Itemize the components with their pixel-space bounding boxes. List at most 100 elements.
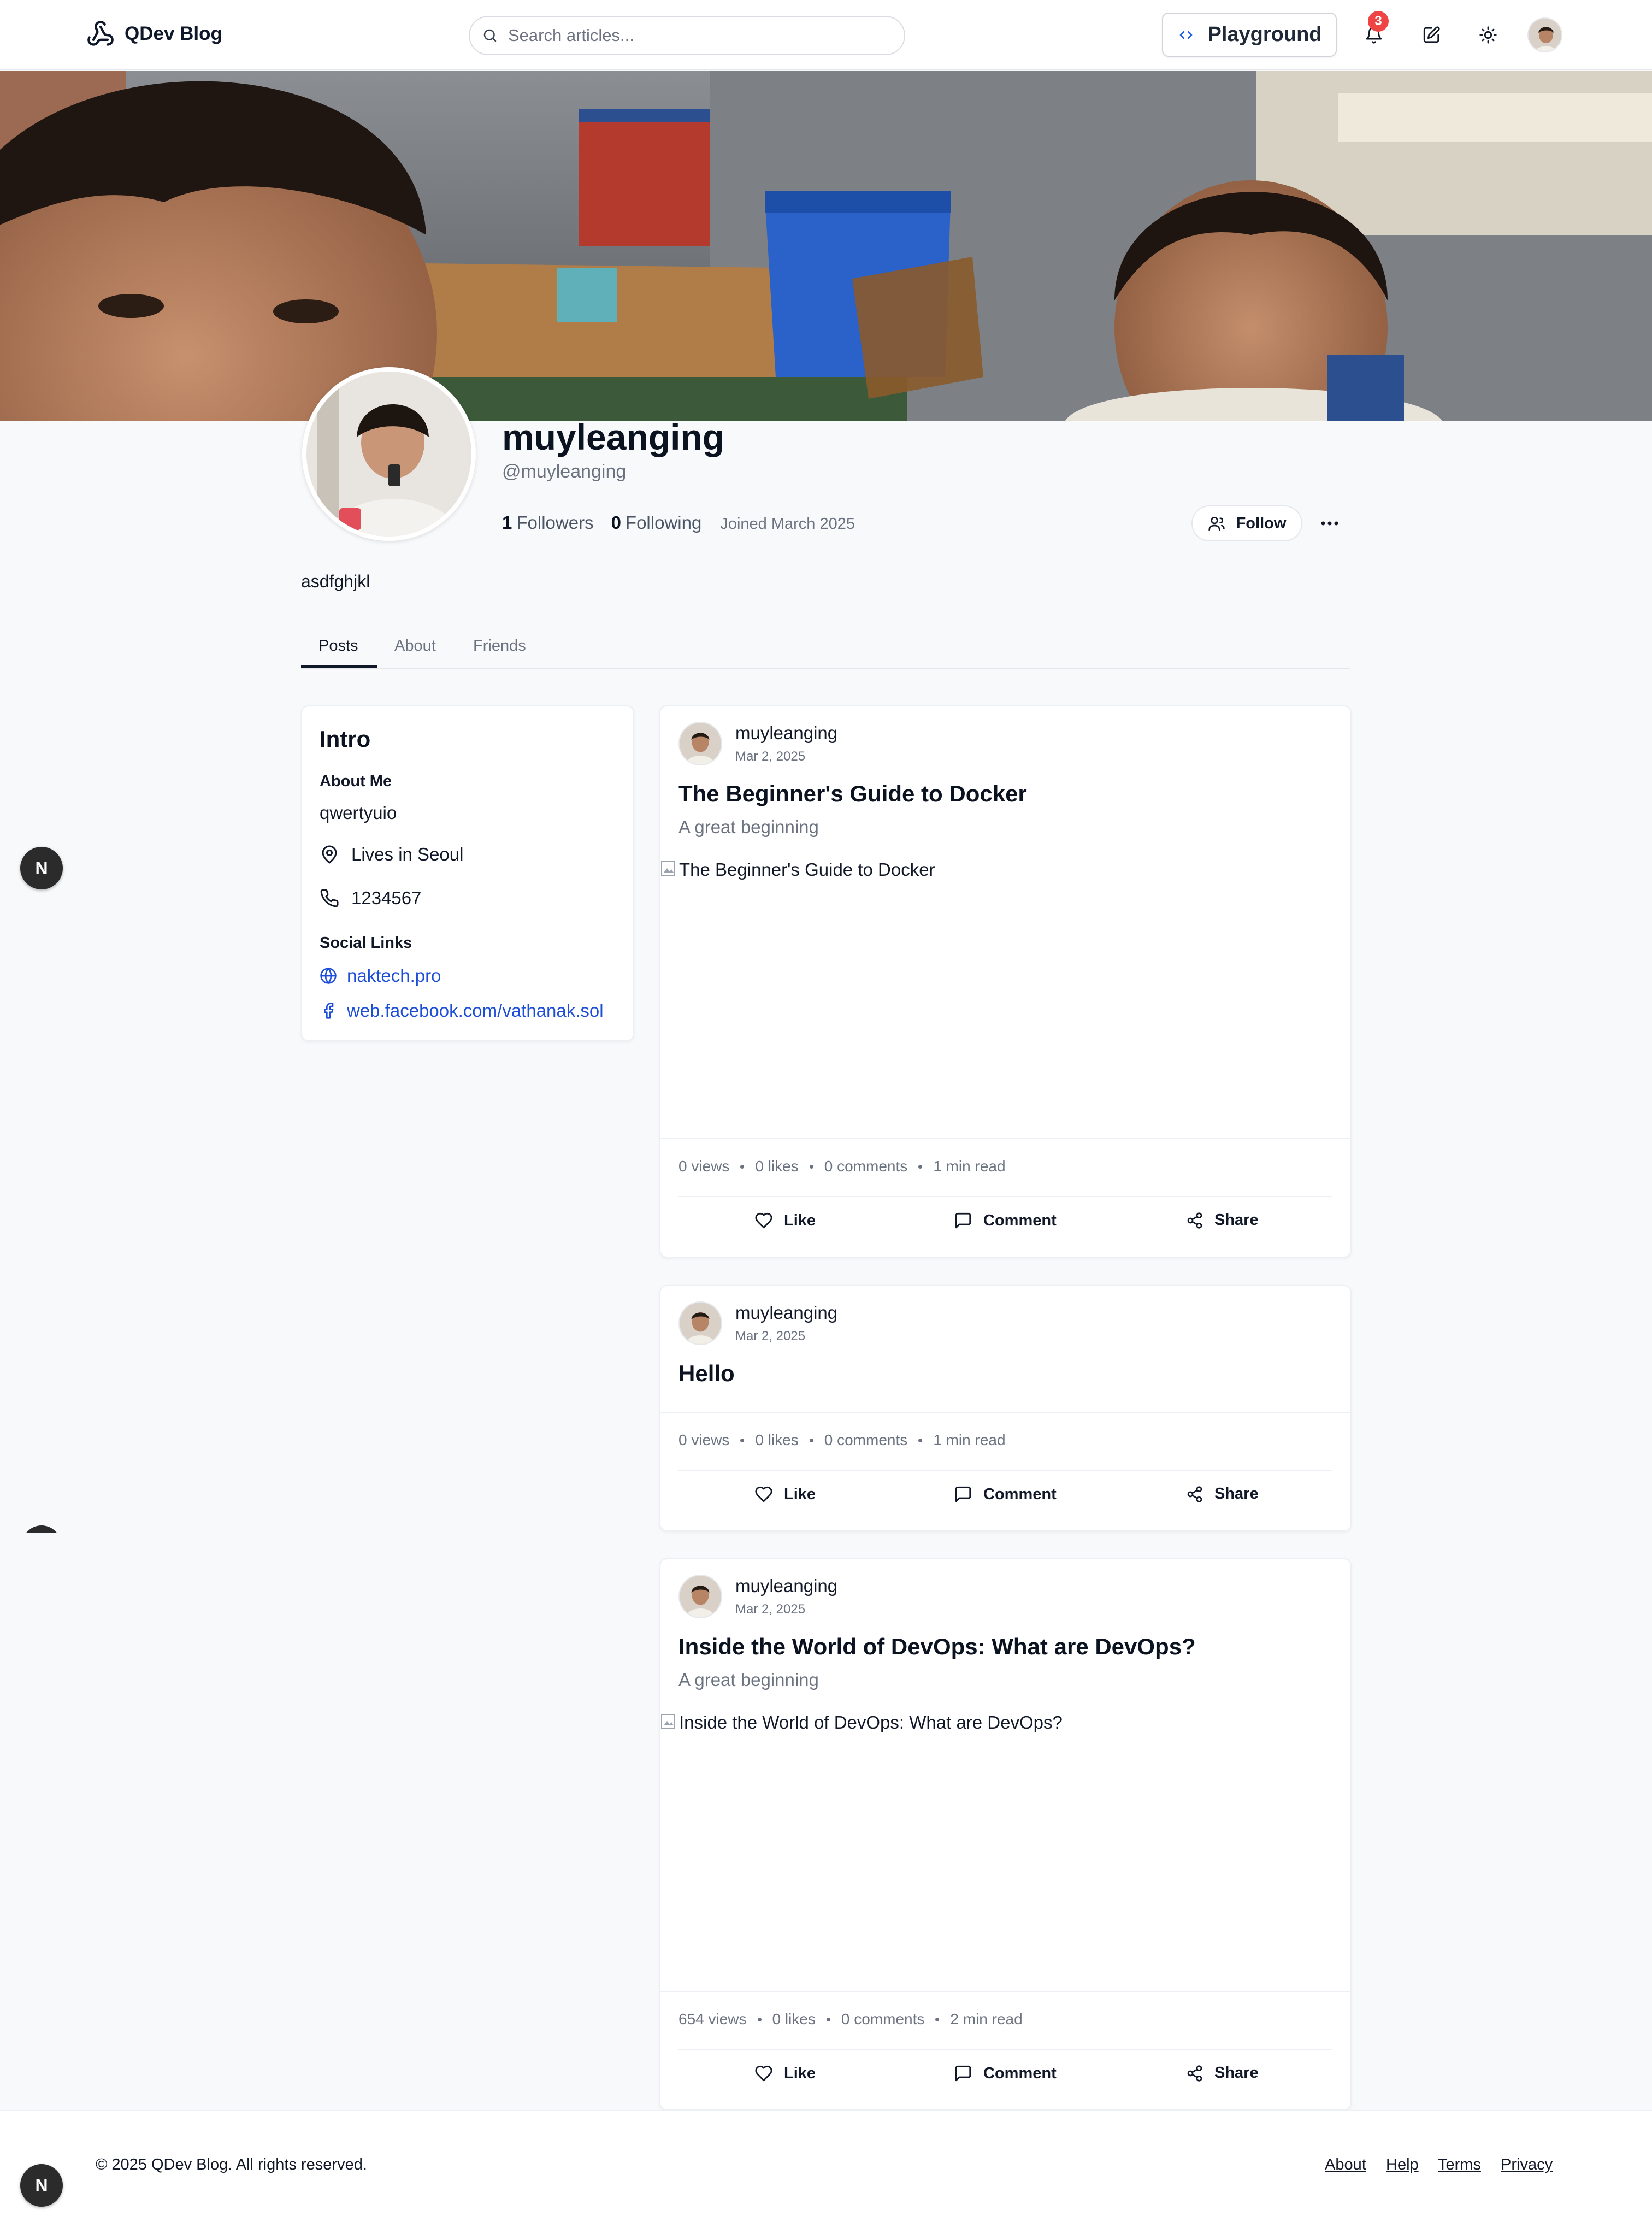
copyright-text: © 2025 QDev Blog. All rights reserved. [96,2156,367,2173]
website-link-text: naktech.pro [347,965,441,986]
post-cover-image[interactable]: The Beginner's Guide to Docker [660,859,1350,1133]
post-author-name[interactable]: muyleanging [735,1576,837,1596]
follow-button[interactable]: Follow [1191,505,1302,541]
heart-icon [755,1486,772,1502]
search-icon [483,29,497,42]
post-title[interactable]: The Beginner's Guide to Docker [678,781,1027,807]
social-links-heading: Social Links [320,934,412,952]
heart-icon [755,1212,772,1229]
search-input[interactable] [507,25,878,46]
intro-card: Intro About Me qwertyuio Lives in Seoul … [301,705,634,1041]
footer-link-help[interactable]: Help [1386,2156,1419,2174]
share-button[interactable]: Share [1186,1485,1259,1503]
facebook-icon [324,1003,334,1019]
like-button[interactable]: Like [754,1485,816,1504]
more-options-button[interactable] [1317,512,1343,534]
post-stats: 0 views 0 likes 0 comments 1 min read [678,1431,1006,1449]
post-subtitle: A great beginning [678,817,819,837]
post-image-alt-text: Inside the World of DevOps: What are Dev… [679,1712,1063,1732]
profile-photo [306,372,471,537]
comment-button[interactable]: Comment [954,1485,1057,1504]
divider [660,1138,1350,1139]
separator-dot [740,1164,745,1169]
separator-dot [740,1438,745,1442]
divider [660,1412,1350,1413]
like-label: Like [784,2064,816,2082]
cover-image [0,71,1652,421]
like-button[interactable]: Like [754,1211,816,1230]
tab-posts[interactable]: Posts [318,637,358,655]
comments-count: 0 comments [824,1158,908,1175]
separator-dot [935,2017,940,2021]
footer-link-privacy[interactable]: Privacy [1501,2156,1553,2174]
brand-name: QDev Blog [125,23,222,44]
playground-label: Playground [1207,23,1322,46]
post-author-name[interactable]: muyleanging [735,723,837,744]
footer-link-about[interactable]: About [1325,2156,1366,2174]
next-dev-indicator-button[interactable]: N [20,847,63,889]
post-stats: 654 views 0 likes 0 comments 2 min read [678,2011,1023,2028]
theme-toggle-button[interactable] [1475,22,1501,48]
write-post-button[interactable] [1418,22,1444,48]
separator-dot [918,1164,923,1169]
comment-button[interactable]: Comment [954,1211,1057,1230]
search-bar[interactable] [469,16,905,55]
comment-button[interactable]: Comment [954,2064,1057,2083]
location-text: Lives in Seoul [351,844,464,864]
avatar [680,723,721,764]
post-author-avatar[interactable] [678,1575,722,1618]
like-button[interactable]: Like [754,2064,816,2083]
broken-image-icon [661,861,675,876]
views-count: 654 views [678,2011,747,2028]
avatar [680,1576,721,1617]
social-link-facebook[interactable]: web.facebook.com/vathanak.sol [320,1000,604,1021]
about-me-text: qwertyuio [320,803,397,823]
social-link-website[interactable]: naktech.pro [320,965,441,986]
tab-about[interactable]: About [394,637,436,655]
post-title[interactable]: Hello [678,1360,735,1387]
footer-link-terms[interactable]: Terms [1438,2156,1481,2174]
post-stats: 0 views 0 likes 0 comments 1 min read [678,1158,1006,1175]
cover-photo [0,71,1652,421]
post-cover-image[interactable]: Inside the World of DevOps: What are Dev… [660,1712,1350,1985]
active-tab-indicator [301,665,377,668]
next-dev-indicator-partial[interactable] [22,1525,61,1533]
globe-icon [320,967,337,985]
next-dev-indicator-button[interactable]: N [20,2164,63,2207]
likes-count: 0 likes [755,1158,799,1175]
following-link[interactable]: 0 Following [611,512,702,533]
post-card[interactable]: muyleanging Mar 2, 2025 Inside the World… [659,1558,1352,2111]
post-author-avatar[interactable] [678,1301,722,1345]
post-card[interactable]: muyleanging Mar 2, 2025 The Beginner's G… [659,705,1352,1258]
comment-label: Comment [983,2064,1057,2082]
brand-logo[interactable]: QDev Blog [86,20,222,48]
post-card[interactable]: muyleanging Mar 2, 2025 Hello 0 views 0 … [659,1285,1352,1531]
post-author-avatar[interactable] [678,722,722,765]
post-title[interactable]: Inside the World of DevOps: What are Dev… [678,1634,1196,1660]
comment-icon [955,1486,971,1502]
like-label: Like [784,1211,816,1229]
user-avatar-button[interactable] [1527,17,1562,52]
user-plus-icon [1208,517,1225,531]
intro-title: Intro [320,726,371,752]
followers-count: 1 [502,512,512,533]
divider [678,2049,1332,2050]
code-icon [1180,31,1193,39]
share-button[interactable]: Share [1186,1211,1259,1229]
share-button[interactable]: Share [1186,2064,1259,2082]
playground-button[interactable]: Playground [1162,13,1337,57]
about-me-heading: About Me [320,773,392,790]
post-author-name[interactable]: muyleanging [735,1303,837,1323]
divider [678,1470,1332,1471]
read-time: 1 min read [933,1431,1006,1448]
followers-link[interactable]: 1 Followers [502,512,594,533]
top-nav: QDev Blog Playground 3 [0,0,1652,70]
separator-dot [757,2017,762,2021]
location-row: Lives in Seoul [320,844,463,865]
tab-friends[interactable]: Friends [473,637,526,655]
followers-label: Followers [516,512,594,533]
separator-dot [918,1438,923,1442]
profile-bio: asdfghjkl [301,571,370,591]
comment-icon [955,2065,971,2082]
map-pin-icon [322,845,337,864]
